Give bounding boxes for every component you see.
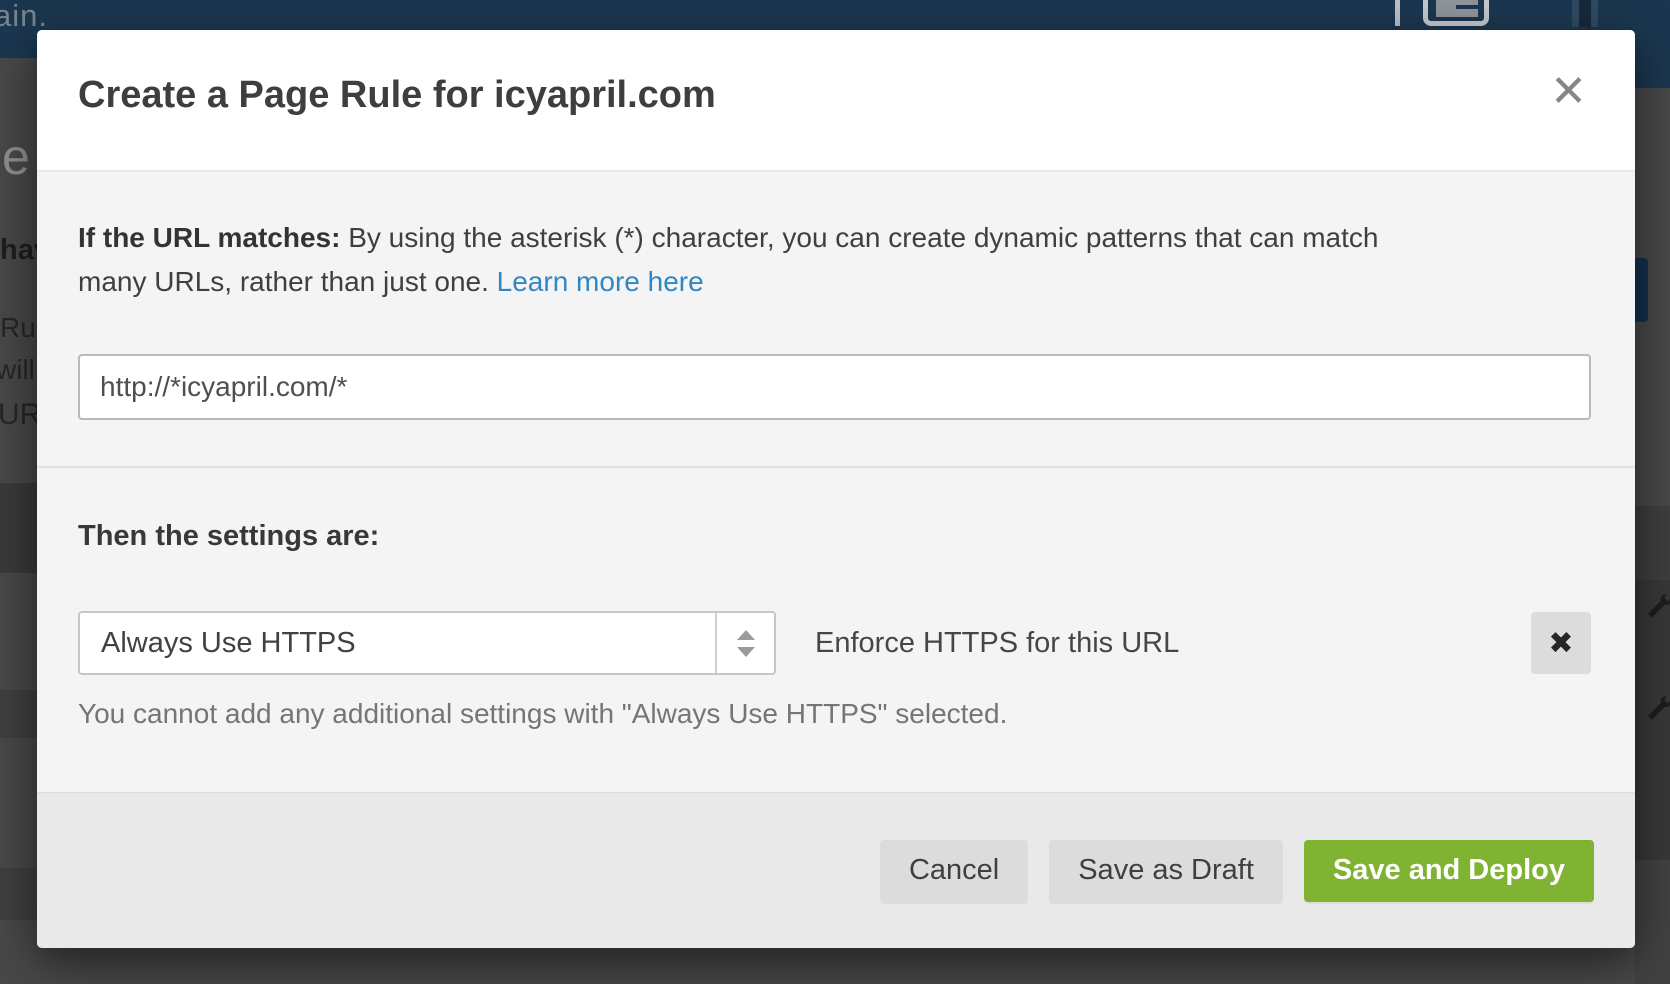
wrench-icon — [1643, 592, 1670, 624]
chevron-up-icon — [737, 630, 755, 640]
background-table-row-fragment — [0, 690, 37, 738]
background-text-fragment: UR — [0, 398, 41, 432]
url-match-lead: If the URL matches: — [78, 222, 340, 253]
background-top-navbar-right — [1635, 0, 1670, 88]
setting-row: Always Use HTTPS Enforce HTTPS for this … — [78, 611, 1591, 675]
remove-x-icon: ✖ — [1548, 626, 1573, 661]
background-text-fragment: Ru — [0, 312, 36, 344]
background-right-fragment — [1635, 506, 1670, 580]
url-match-text-line2: many URLs, rather than just one. — [78, 266, 497, 297]
cancel-button[interactable]: Cancel — [880, 840, 1028, 902]
chevron-down-icon — [737, 647, 755, 657]
url-match-text-line1: By using the asterisk (*) character, you… — [340, 222, 1378, 253]
background-icon-fragment-2 — [1572, 0, 1598, 27]
close-icon[interactable]: ✕ — [1550, 70, 1587, 114]
settings-note: You cannot add any additional settings w… — [78, 698, 1591, 730]
modal-body: If the URL matches: By using the asteris… — [37, 172, 1635, 730]
layout-icon — [1423, 0, 1489, 26]
setting-description: Enforce HTTPS for this URL — [815, 627, 1179, 660]
modal-footer: Cancel Save as Draft Save and Deploy — [37, 792, 1635, 948]
url-pattern-input[interactable] — [78, 354, 1591, 420]
settings-heading: Then the settings are: — [78, 520, 1591, 553]
url-match-description: If the URL matches: By using the asteris… — [78, 216, 1591, 304]
background-domain-text-fragment: ain. — [0, 0, 48, 34]
modal-title: Create a Page Rule for icyapril.com — [78, 74, 716, 117]
modal-header: Create a Page Rule for icyapril.com ✕ — [37, 30, 1635, 172]
learn-more-link[interactable]: Learn more here — [497, 266, 704, 297]
select-spinner-icon — [715, 613, 774, 673]
background-blue-button-fragment — [1635, 258, 1648, 322]
save-and-deploy-button[interactable]: Save and Deploy — [1304, 840, 1594, 902]
save-as-draft-button[interactable]: Save as Draft — [1049, 840, 1283, 902]
background-table-row-fragment — [0, 868, 37, 920]
remove-setting-button[interactable]: ✖ — [1531, 612, 1591, 674]
background-table-header-fragment — [0, 483, 37, 573]
setting-select-value: Always Use HTTPS — [80, 613, 715, 673]
wrench-icon — [1643, 694, 1670, 726]
background-text-fragment: e — [2, 128, 30, 186]
background-icon-fragment — [1395, 0, 1400, 26]
background-text-fragment: will — [0, 354, 35, 386]
create-page-rule-modal: Create a Page Rule for icyapril.com ✕ If… — [37, 30, 1635, 948]
background-right-fragment — [1635, 860, 1670, 984]
setting-select[interactable]: Always Use HTTPS — [78, 611, 776, 675]
section-divider — [37, 466, 1635, 468]
